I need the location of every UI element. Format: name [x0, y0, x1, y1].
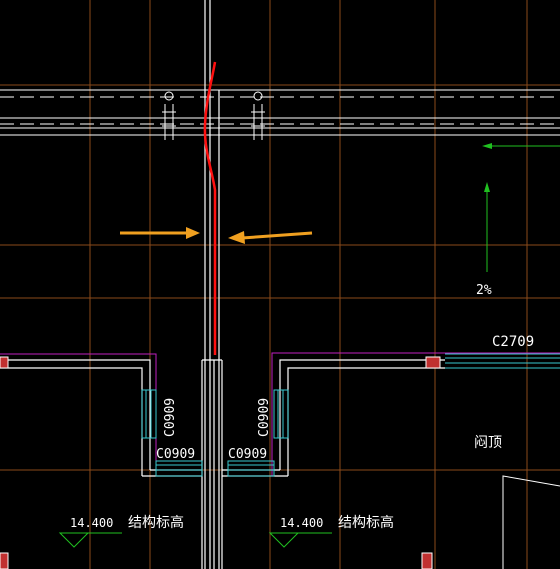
- elevation-left-label: 结构标高: [128, 514, 184, 531]
- elevation-right-value: 14.400: [280, 516, 323, 530]
- elevation-left-value: 14.400: [70, 516, 113, 530]
- window-tag-c0909-left-horizontal: C0909: [156, 447, 195, 462]
- window-tag-c2709: C2709: [492, 334, 534, 350]
- window-tag-c0909-left-vertical: C0909: [163, 398, 178, 437]
- roof-label: 闷顶: [474, 435, 502, 451]
- window-tag-c0909-right-horizontal: C0909: [228, 447, 267, 462]
- window-tag-c0909-right-vertical: C0909: [257, 398, 272, 437]
- cad-drawing-canvas[interactable]: C2709 C0909 C0909 C0909 C0909 2% 闷顶 14.4…: [0, 0, 560, 569]
- slope-label: 2%: [476, 283, 492, 298]
- elevation-right-label: 结构标高: [338, 514, 394, 531]
